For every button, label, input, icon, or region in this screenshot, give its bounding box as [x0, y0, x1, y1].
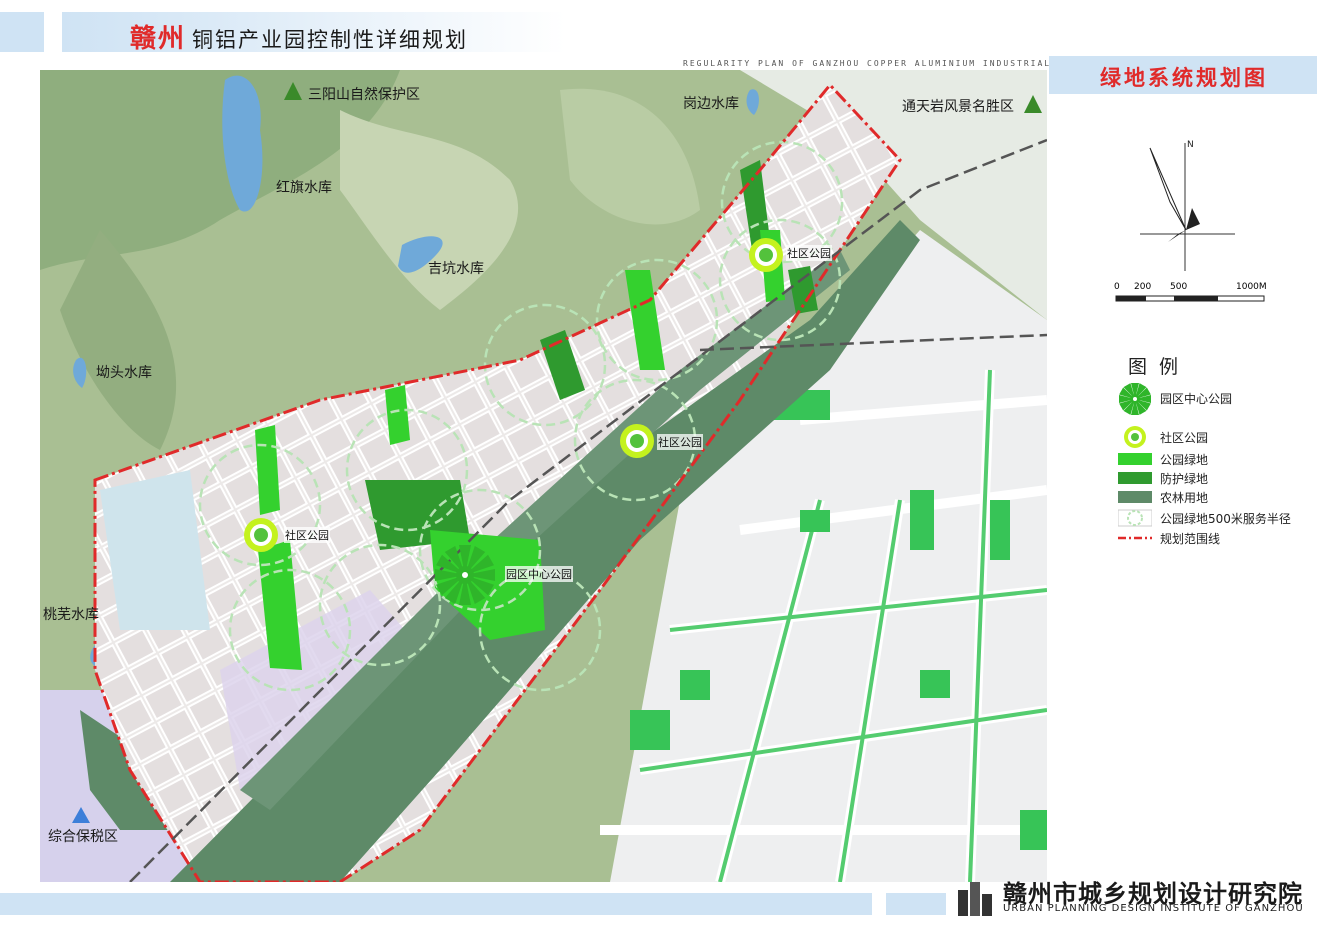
legend-service-radius: 公园绿地500米服务半径 [1118, 509, 1291, 527]
north-arrow: N [1140, 138, 1235, 277]
title-main: 铜铝产业园控制性详细规划 [192, 28, 469, 52]
scale-tick-1000: 1000M [1236, 282, 1267, 292]
institute-name-en: URBAN PLANNING DESIGN INSTITUTE OF GANZH… [1003, 903, 1304, 914]
legend-boundary: 规划范围线 [1118, 529, 1220, 547]
label-gangbian: 岗边水库 [683, 96, 739, 112]
legend-label-service-radius: 公园绿地500米服务半径 [1160, 511, 1291, 526]
community-park-icon [1124, 426, 1146, 448]
swatch-park-green [1118, 453, 1152, 465]
institute-logo [958, 880, 1000, 920]
community-park-marker-1 [244, 518, 278, 552]
label-jikeng: 吉坑水库 [428, 261, 484, 277]
legend-label-central-park: 园区中心公园 [1160, 391, 1233, 406]
central-park-icon [1119, 383, 1151, 415]
service-radius-icon [1118, 509, 1152, 527]
legend-protective-green: 防护绿地 [1118, 469, 1208, 487]
legend-label-boundary: 规划范围线 [1160, 531, 1221, 546]
community-park-marker-2 [620, 424, 654, 458]
scale-bar: 0 200 500 1000M [1112, 282, 1272, 312]
community-park-marker-3 [749, 238, 783, 272]
label-community-park-3: 社区公园 [786, 245, 832, 261]
label-taowu: 桃芜水库 [43, 607, 99, 623]
footer-band-right [886, 893, 946, 915]
document-title: 赣州 铜铝产业园控制性详细规划 [130, 18, 468, 55]
label-hongqi: 红旗水库 [276, 180, 332, 196]
boundary-line-icon [1118, 536, 1152, 540]
swatch-protective-green [1118, 472, 1152, 484]
legend-agri-land: 农林用地 [1118, 488, 1208, 506]
title-city: 赣州 [130, 24, 187, 54]
label-community-park-1: 社区公园 [284, 527, 330, 543]
label-aotou: 坳头水库 [96, 365, 152, 381]
institute-logo-icon [958, 882, 992, 916]
label-community-park-2: 社区公园 [657, 434, 703, 450]
legend-label-park-green: 公园绿地 [1160, 452, 1209, 467]
label-central-park: 园区中心公园 [505, 566, 573, 582]
scale-tick-500: 500 [1170, 282, 1188, 292]
legend-community-park: 社区公园 [1118, 426, 1209, 448]
legend-title: 图例 [1128, 356, 1191, 378]
legend-central-park: 园区中心公园 [1118, 383, 1233, 415]
map-canvas [40, 70, 1047, 882]
legend-park-green: 公园绿地 [1118, 450, 1208, 468]
label-tongtianyan: 通天岩风景名胜区 [902, 99, 1014, 115]
scale-tick-200: 200 [1134, 282, 1152, 292]
legend-label-community-park: 社区公园 [1160, 430, 1209, 445]
legend-label-protective-green: 防护绿地 [1160, 471, 1209, 486]
north-label: N [1187, 140, 1194, 150]
scale-tick-0: 0 [1114, 282, 1120, 292]
header-band-left [0, 12, 44, 52]
title-english: REGULARITY PLAN OF GANZHOU COPPER ALUMIN… [683, 59, 1086, 68]
label-bonded: 综合保税区 [48, 829, 118, 845]
plan-title: 绿地系统规划图 [1100, 66, 1268, 90]
planning-map: 三阳山自然保护区 红旗水库 吉坑水库 岗边水库 通天岩风景名胜区 坳头水库 桃芜… [40, 70, 1047, 882]
compass-icon [1140, 143, 1235, 271]
legend-label-agri-land: 农林用地 [1160, 490, 1209, 505]
label-sanyang: 三阳山自然保护区 [308, 87, 420, 103]
footer-band [0, 893, 872, 915]
swatch-agri-land [1118, 491, 1152, 503]
